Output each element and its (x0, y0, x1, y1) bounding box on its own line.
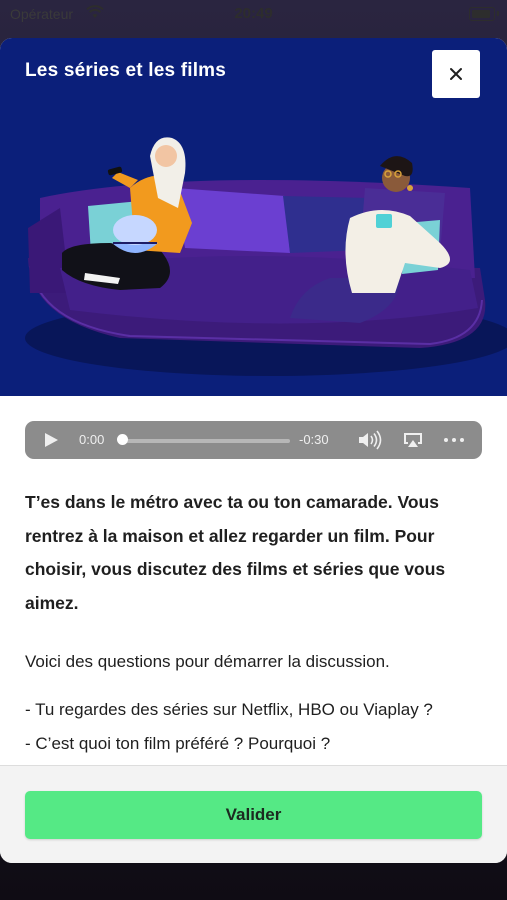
close-button[interactable] (432, 50, 480, 98)
modal-footer: Valider (0, 765, 507, 863)
more-options-icon[interactable] (443, 431, 465, 449)
status-bar: Opérateur 20:49 (0, 0, 507, 30)
hero-illustration: Les séries et les films (0, 38, 507, 396)
question-item: - Tu regardes des séries sur Netflix, HB… (25, 700, 433, 719)
audio-scrubber-track[interactable] (120, 439, 290, 443)
close-icon (450, 68, 462, 80)
battery-icon (469, 7, 495, 21)
activity-content: T’es dans le métro avec ta ou ton camara… (25, 486, 477, 753)
question-item: - C’est quoi ton film préféré ? Pourquoi… (25, 734, 331, 753)
couch-illustration (25, 137, 507, 376)
audio-remaining-time: -0:30 (299, 432, 329, 447)
modal-title: Les séries et les films (25, 60, 227, 81)
status-time: 20:49 (234, 5, 273, 22)
audio-scrubber-handle[interactable] (117, 434, 128, 445)
play-icon[interactable] (43, 432, 59, 448)
volume-icon[interactable] (357, 430, 385, 450)
airplay-icon[interactable] (402, 431, 424, 449)
audio-player: 0:00 -0:30 (25, 421, 482, 459)
battery-tip (497, 11, 499, 16)
validate-button[interactable]: Valider (25, 791, 482, 839)
modal-sheet: Les séries et les films 0:00 -0:30 T’es … (0, 38, 507, 863)
discussion-prompt: Voici des questions pour démarrer la dis… (25, 652, 390, 671)
intro-text: T’es dans le métro avec ta ou ton camara… (25, 492, 446, 613)
audio-current-time: 0:00 (79, 432, 105, 447)
